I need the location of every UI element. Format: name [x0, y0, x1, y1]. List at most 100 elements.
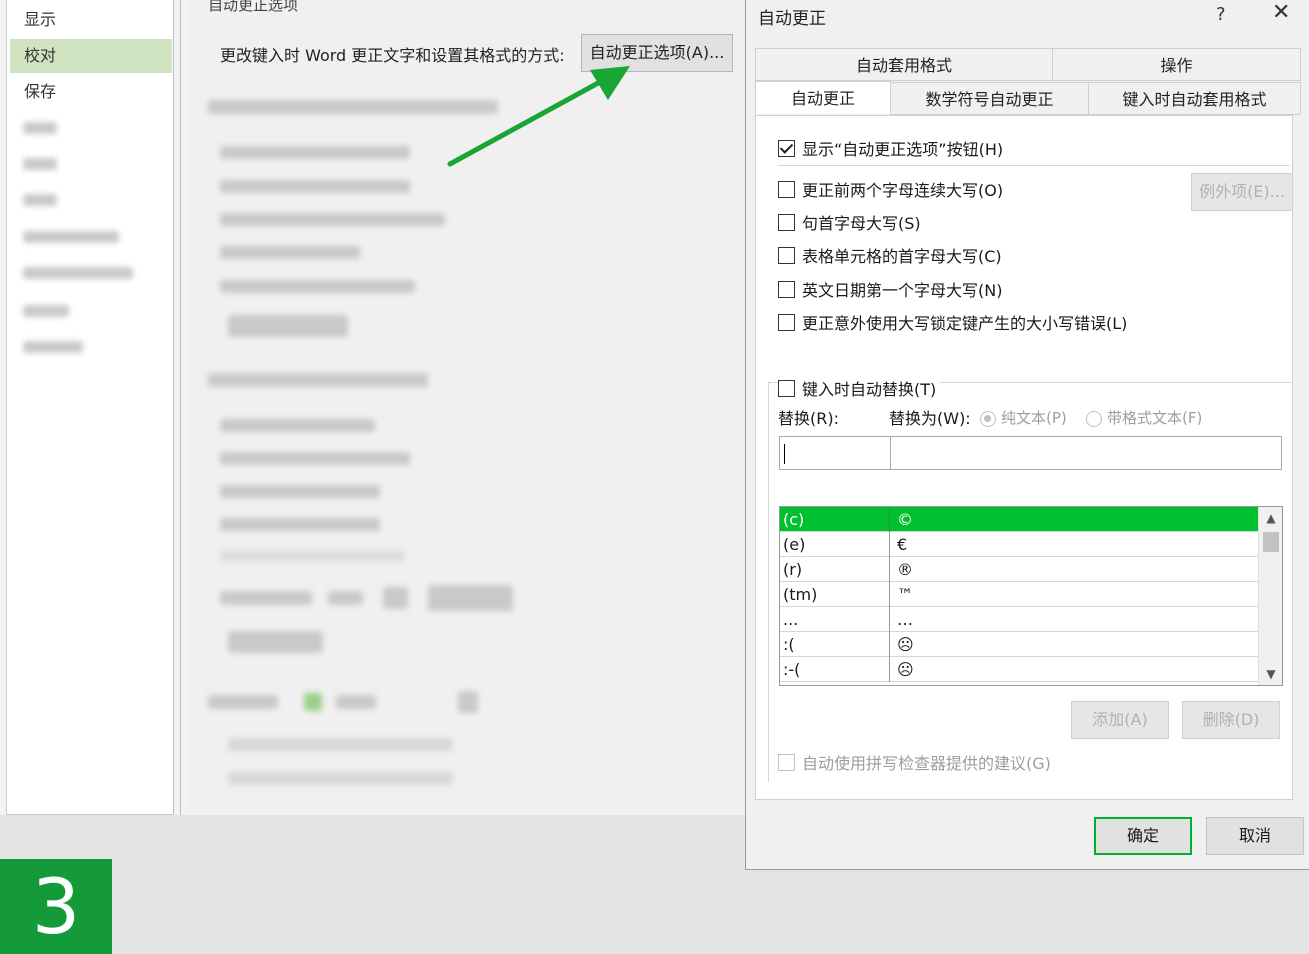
- entry-replace: (r): [780, 557, 890, 582]
- entry-replace: (c): [780, 507, 890, 532]
- caps-lock-checkbox[interactable]: 更正意外使用大写锁定键产生的大小写错误(L): [778, 310, 1127, 334]
- list-item[interactable]: :( ☹: [780, 632, 1258, 657]
- section-title: 自动更正选项: [208, 0, 299, 14]
- blurred-label: [208, 695, 278, 709]
- two-initial-caps-checkbox[interactable]: 更正前两个字母连续大写(O): [778, 177, 1003, 201]
- blurred-option: [228, 772, 453, 785]
- ok-button[interactable]: 确定: [1094, 817, 1192, 855]
- tab-autoformat[interactable]: 自动套用格式: [755, 48, 1053, 81]
- blurred-button: [428, 585, 513, 611]
- blurred-nav-item: [23, 158, 57, 170]
- list-item[interactable]: (tm) ™: [780, 582, 1258, 607]
- blurred-option: [220, 180, 410, 193]
- tab-autoformat-as-you-type[interactable]: 键入时自动套用格式: [1088, 82, 1301, 115]
- autocorrect-dialog: 自动更正 ? ✕ 自动套用格式 操作 自动更正 数学符号自动更正 键入时自动套用…: [745, 0, 1309, 870]
- blurred-button: [458, 691, 478, 713]
- tab-math-autocorrect[interactable]: 数学符号自动更正: [890, 82, 1089, 115]
- help-icon[interactable]: ?: [1216, 4, 1226, 25]
- text-cursor: [784, 444, 785, 464]
- day-names-checkbox[interactable]: 英文日期第一个字母大写(N): [778, 277, 1002, 301]
- divider: [180, 0, 188, 815]
- checkbox-icon[interactable]: [778, 753, 795, 771]
- checkbox-checked-icon[interactable]: [778, 139, 795, 157]
- nav-item-proofing[interactable]: 校对: [10, 39, 172, 73]
- table-cell-caps-checkbox[interactable]: 表格单元格的首字母大写(C): [778, 243, 1002, 267]
- add-button[interactable]: 添加(A): [1071, 701, 1169, 739]
- radio-label: 纯文本(P): [1001, 409, 1067, 427]
- blurred-button: [383, 587, 408, 609]
- radio-icon[interactable]: [1086, 410, 1102, 427]
- plain-text-radio[interactable]: 纯文本(P): [980, 407, 1067, 428]
- checkbox-label: 显示“自动更正选项”按钮(H): [802, 140, 1004, 159]
- list-item[interactable]: (e) €: [780, 532, 1258, 557]
- entry-with: €: [897, 535, 908, 554]
- close-icon[interactable]: ✕: [1272, 0, 1290, 25]
- entry-replace: :-(: [780, 657, 890, 682]
- checkbox-icon[interactable]: [778, 313, 795, 331]
- list-item-selected[interactable]: (c) ©: [780, 507, 1258, 532]
- divider: [778, 165, 1290, 166]
- replace-label: 替换(R):: [778, 409, 839, 428]
- list-item[interactable]: ... …: [780, 607, 1258, 632]
- spell-suggestions-checkbox[interactable]: 自动使用拼写检查器提供的建议(G): [778, 750, 1051, 774]
- blurred-icon: [304, 693, 322, 711]
- delete-button[interactable]: 删除(D): [1182, 701, 1280, 739]
- list-item[interactable]: (r) ®: [780, 557, 1258, 582]
- blurred-heading: [208, 373, 428, 387]
- list-scrollbar[interactable]: ▲ ▼: [1258, 507, 1282, 685]
- pointer-arrow-icon: [447, 66, 630, 167]
- checkbox-label: 更正前两个字母连续大写(O): [802, 181, 1004, 200]
- nav-item-save[interactable]: 保存: [10, 75, 172, 109]
- radio-label: 带格式文本(F): [1107, 409, 1203, 427]
- blurred-nav-item: [23, 122, 57, 134]
- entry-replace: ...: [780, 607, 890, 632]
- scroll-thumb[interactable]: [1263, 532, 1279, 552]
- tab-autocorrect[interactable]: 自动更正: [755, 81, 891, 114]
- entry-with: ☹: [897, 660, 914, 679]
- blurred-option: [220, 551, 405, 561]
- checkbox-label: 表格单元格的首字母大写(C): [802, 247, 1002, 266]
- entry-with: …: [897, 610, 913, 629]
- scroll-down-icon[interactable]: ▼: [1259, 663, 1282, 685]
- replace-input[interactable]: [779, 436, 891, 470]
- entry-replace: (tm): [780, 582, 890, 607]
- checkbox-icon[interactable]: [778, 213, 795, 231]
- sentence-caps-checkbox[interactable]: 句首字母大写(S): [778, 210, 921, 234]
- list-item[interactable]: :-( ☹: [780, 657, 1258, 682]
- radio-selected-icon[interactable]: [980, 410, 996, 427]
- formatted-text-radio[interactable]: 带格式文本(F): [1086, 407, 1202, 428]
- with-label: 替换为(W):: [889, 409, 971, 428]
- blurred-option: [220, 146, 410, 159]
- entry-replace: (e): [780, 532, 890, 557]
- nav-item-display[interactable]: 显示: [10, 3, 172, 37]
- entry-with: ☹: [897, 635, 914, 654]
- blurred-option: [220, 246, 360, 259]
- checkbox-icon[interactable]: [778, 379, 795, 397]
- replace-as-type-checkbox[interactable]: 键入时自动替换(T): [778, 376, 941, 400]
- blurred-option: [220, 518, 380, 531]
- blurred-label: [220, 591, 312, 605]
- blurred-button: [228, 631, 323, 653]
- blurred-nav-item: [23, 194, 57, 206]
- blurred-nav-item: [23, 267, 133, 279]
- cancel-button[interactable]: 取消: [1206, 817, 1304, 855]
- tab-actions[interactable]: 操作: [1052, 48, 1301, 81]
- show-buttons-checkbox[interactable]: 显示“自动更正选项”按钮(H): [778, 136, 1003, 160]
- scroll-up-icon[interactable]: ▲: [1259, 507, 1282, 529]
- blurred-nav-item: [23, 341, 83, 353]
- blurred-option: [220, 419, 375, 432]
- with-input[interactable]: [890, 436, 1282, 470]
- checkbox-icon[interactable]: [778, 246, 795, 264]
- autocorrect-panel: 显示“自动更正选项”按钮(H) 更正前两个字母连续大写(O) 例外项(E)...…: [755, 115, 1293, 800]
- checkbox-label: 更正意外使用大写锁定键产生的大小写错误(L): [802, 314, 1128, 333]
- blurred-option: [228, 738, 453, 751]
- blurred-label: [336, 695, 376, 709]
- checkbox-icon[interactable]: [778, 280, 795, 298]
- entry-with: ®: [897, 560, 913, 579]
- exceptions-button[interactable]: 例外项(E)...: [1191, 173, 1293, 211]
- blurred-option: [220, 213, 445, 226]
- checkbox-icon[interactable]: [778, 180, 795, 198]
- checkbox-label: 英文日期第一个字母大写(N): [802, 281, 1003, 300]
- entry-with: ©: [897, 510, 913, 529]
- autocorrect-entries-list[interactable]: (c) © (e) € (r) ® (tm) ™ ... … :( ☹ :-( …: [779, 506, 1283, 686]
